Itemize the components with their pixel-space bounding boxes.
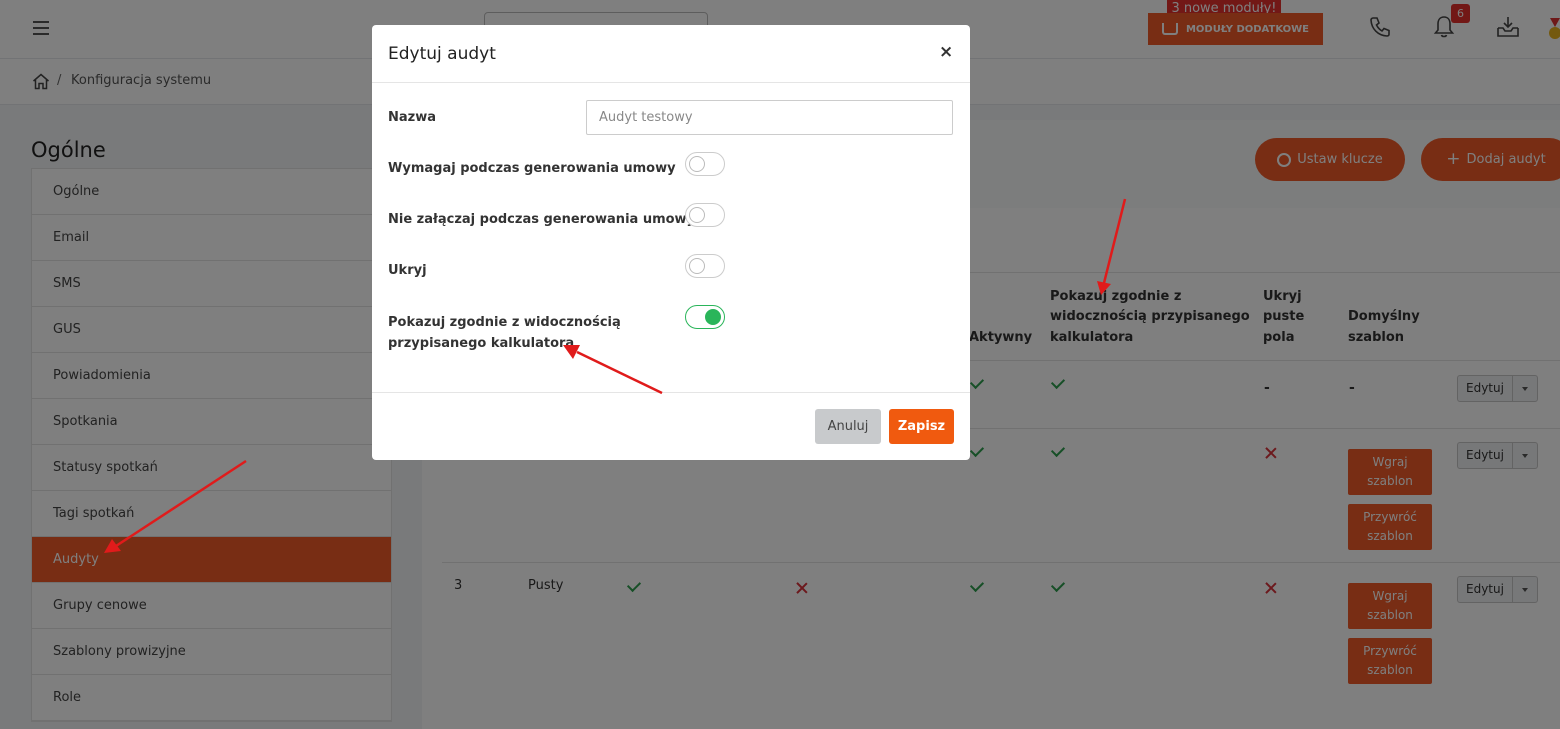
do-not-attach-label: Nie załączaj podczas generowania umowy xyxy=(388,212,696,227)
close-icon[interactable]: × xyxy=(939,44,953,61)
name-input[interactable] xyxy=(586,100,953,135)
hide-label: Ukryj xyxy=(388,263,427,278)
do-not-attach-toggle[interactable] xyxy=(685,203,725,227)
hide-toggle[interactable] xyxy=(685,254,725,278)
require-on-contract-label: Wymagaj podczas generowania umowy xyxy=(388,161,676,176)
modal-footer-divider xyxy=(372,392,970,393)
name-label: Nazwa xyxy=(388,110,437,125)
toggle-knob xyxy=(689,207,705,223)
toggle-knob xyxy=(689,258,705,274)
edit-audit-modal: Edytuj audyt × Nazwa Wymagaj podczas gen… xyxy=(372,25,970,460)
toggle-knob xyxy=(705,309,721,325)
require-on-contract-toggle[interactable] xyxy=(685,152,725,176)
modal-header: Edytuj audyt × xyxy=(372,25,970,83)
save-button[interactable]: Zapisz xyxy=(889,409,954,444)
show-by-calculator-label-line1: Pokazuj zgodnie z widocznością xyxy=(388,315,621,330)
toggle-knob xyxy=(689,156,705,172)
show-by-calculator-label-line2: przypisanego kalkulatora xyxy=(388,336,575,351)
show-by-calculator-toggle[interactable] xyxy=(685,305,725,329)
cancel-button[interactable]: Anuluj xyxy=(815,409,881,444)
modal-title: Edytuj audyt xyxy=(388,44,496,64)
